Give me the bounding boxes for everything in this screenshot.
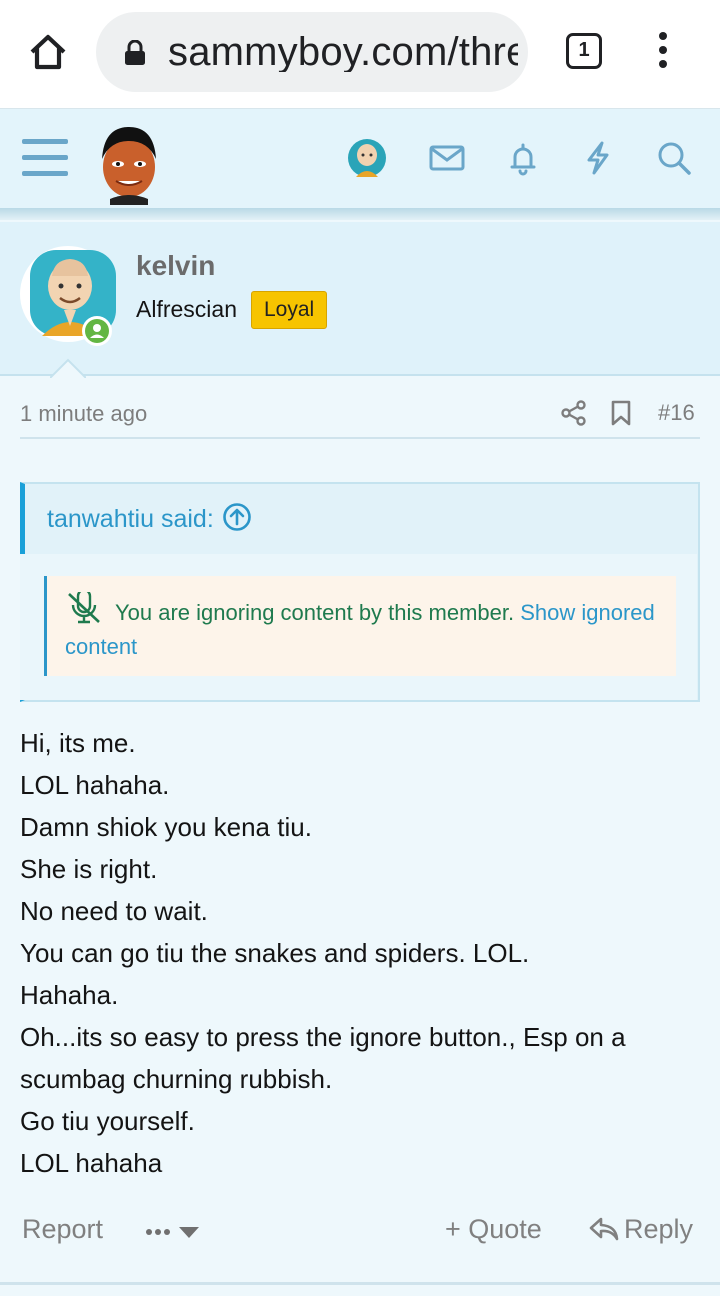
post-line: LOL hahaha xyxy=(20,1148,163,1178)
site-logo[interactable] xyxy=(96,119,162,205)
address-bar[interactable]: sammyboy.com/threads/ xyxy=(96,12,528,92)
more-options-icon[interactable] xyxy=(145,1218,203,1246)
post-line: No need to wait. xyxy=(20,896,208,926)
post-user-header: kelvin Alfrescian Loyal xyxy=(0,222,720,376)
post-line: Oh...its so easy to press the ignore but… xyxy=(20,1022,626,1094)
post-line: You can go tiu the snakes and spiders. L… xyxy=(20,938,530,968)
user-title: Alfrescian xyxy=(136,296,237,322)
quote-block: tanwahtiu said: You are ignoring content… xyxy=(20,482,700,702)
search-icon[interactable] xyxy=(655,139,693,177)
home-icon[interactable] xyxy=(26,30,70,74)
post-line: She is right. xyxy=(20,854,158,884)
report-button[interactable]: Report xyxy=(22,1214,103,1245)
kebab-menu-icon[interactable] xyxy=(652,32,674,72)
post-line: Hi, its me. xyxy=(20,728,136,758)
post-line: Go tiu yourself. xyxy=(20,1106,195,1136)
lock-icon xyxy=(125,40,145,65)
quote-header: tanwahtiu said: xyxy=(47,502,252,538)
divider xyxy=(0,1282,720,1285)
reply-label: Reply xyxy=(624,1214,694,1244)
divider xyxy=(20,437,700,439)
post-line: Hahaha. xyxy=(20,980,119,1010)
share-icon[interactable] xyxy=(560,399,588,427)
menu-icon[interactable] xyxy=(22,139,68,177)
quote-button[interactable]: + Quote xyxy=(445,1214,542,1245)
online-status-icon xyxy=(82,316,112,346)
status-badge: Loyal xyxy=(251,291,328,329)
browser-toolbar: sammyboy.com/threads/ 1 xyxy=(0,0,720,108)
post-time[interactable]: 1 minute ago xyxy=(20,401,147,427)
arrow-up-circle-icon[interactable] xyxy=(222,502,252,532)
quote-author-link[interactable]: tanwahtiu said: xyxy=(47,505,214,533)
quote-body: You are ignoring content by this member.… xyxy=(20,554,697,700)
post-line: LOL hahaha. xyxy=(20,770,170,800)
reply-button[interactable]: Reply xyxy=(588,1214,693,1245)
user-avatar[interactable] xyxy=(348,139,386,177)
post-line: Damn shiok you kena tiu. xyxy=(20,812,312,842)
ignored-text: You are ignoring content by this member.… xyxy=(65,600,655,659)
mail-icon[interactable] xyxy=(428,139,466,177)
ignored-content-notice: You are ignoring content by this member.… xyxy=(44,576,676,676)
post-number-link[interactable]: #16 xyxy=(658,400,695,426)
tab-switcher-button[interactable]: 1 xyxy=(566,33,602,69)
post-body: Hi, its me. LOL hahaha. Damn shiok you k… xyxy=(20,722,700,1184)
url-text[interactable]: sammyboy.com/threads/ xyxy=(168,32,518,72)
site-header xyxy=(0,108,720,220)
header-pointer xyxy=(50,358,86,378)
reply-icon xyxy=(589,1217,619,1241)
bolt-icon[interactable] xyxy=(579,139,617,177)
username[interactable]: kelvin xyxy=(136,250,215,282)
bell-icon[interactable] xyxy=(504,139,542,177)
bookmark-icon[interactable] xyxy=(609,399,633,427)
